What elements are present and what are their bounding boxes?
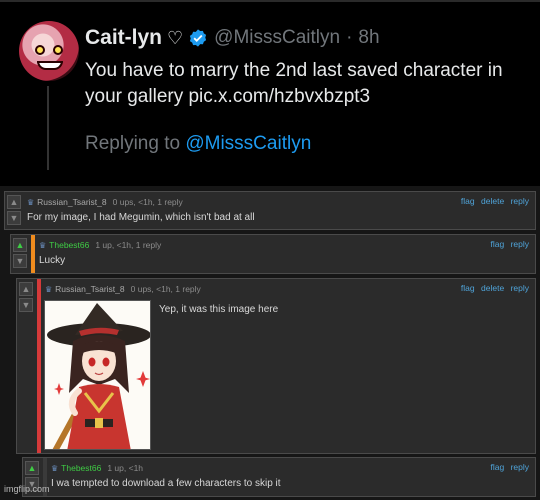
avatar-eye (35, 45, 45, 55)
heart-glyph: ♡ (167, 27, 184, 48)
comment-meta: 0 ups, <1h, 1 reply (130, 284, 201, 294)
comment-text: Yep, it was this image here (159, 304, 279, 315)
replying-to-label: Replying to (85, 133, 181, 154)
crown-icon: ♛ (27, 197, 35, 207)
flag-link[interactable]: flag (461, 283, 475, 293)
tweet-header: Cait-lyn ♡ @MisssCaitlyn · 8h (85, 24, 380, 52)
flag-link[interactable]: flag (490, 462, 504, 472)
replying-to-line: Replying to @MisssCaitlyn (85, 133, 311, 155)
comment-actions: flag delete reply (457, 196, 529, 206)
reply-link[interactable]: reply (511, 239, 529, 249)
comment-username[interactable]: Russian_Tsarist_8 (55, 284, 124, 294)
vote-buttons: ▲ ▼ (13, 238, 29, 270)
tweet-card: Cait-lyn ♡ @MisssCaitlyn · 8h You have t… (0, 0, 540, 186)
comment: ▲ ▼ ♛ Russian_Tsarist_8 0 ups, <1h, 1 re… (4, 191, 536, 230)
up-arrow-icon[interactable]: ▲ (25, 461, 39, 475)
up-arrow-icon[interactable]: ▲ (13, 238, 27, 252)
comment-header: ♛ Russian_Tsarist_8 0 ups, <1h, 1 reply (45, 283, 201, 295)
divider (0, 0, 540, 2)
reply-link[interactable]: reply (511, 462, 529, 472)
comment-meta: 1 up, <1h (107, 463, 144, 473)
watermark: imgflip.com (4, 484, 50, 494)
comment-text: I wa tempted to download a few character… (51, 478, 281, 489)
avatar[interactable] (19, 21, 79, 81)
handle[interactable]: @MisssCaitlyn (214, 27, 340, 49)
flag-link[interactable]: flag (461, 196, 475, 206)
comment-meta: 1 up, <1h, 1 reply (95, 240, 162, 250)
reply-depth-bar (31, 235, 35, 273)
crown-icon: ♛ (51, 463, 59, 473)
comment-image[interactable] (44, 300, 151, 450)
up-arrow-icon[interactable]: ▲ (7, 195, 21, 209)
avatar-grin (37, 61, 63, 70)
comment: ▲ ▼ ♛ Thebest66 1 up, <1h, 1 reply flag … (10, 234, 536, 274)
replying-to-mention[interactable]: @MisssCaitlyn (185, 133, 311, 154)
delete-link[interactable]: delete (481, 283, 504, 293)
down-arrow-icon[interactable]: ▼ (19, 298, 33, 312)
comment: ▲ ▼ ♛ Thebest66 1 up, <1h flag reply I w… (22, 457, 536, 497)
comment-text: Lucky (39, 255, 66, 266)
avatar-eye (53, 45, 63, 55)
delete-link[interactable]: delete (481, 196, 504, 206)
vote-buttons: ▲ ▼ (7, 195, 23, 227)
comment-actions: flag delete reply (457, 283, 529, 293)
reply-link[interactable]: reply (511, 196, 529, 206)
tweet-text: You have to marry the 2nd last saved cha… (85, 60, 503, 107)
reply-depth-bar (37, 279, 41, 453)
vote-buttons: ▲ ▼ (19, 282, 35, 314)
crown-icon: ♛ (39, 240, 47, 250)
comment-header: ♛ Thebest66 1 up, <1h (51, 462, 143, 474)
comment-header: ♛ Thebest66 1 up, <1h, 1 reply (39, 239, 161, 251)
display-name[interactable]: Cait-lyn (85, 26, 162, 50)
flag-link[interactable]: flag (490, 239, 504, 249)
comment-username[interactable]: Thebest66 (49, 240, 89, 250)
comment-header: ♛ Russian_Tsarist_8 0 ups, <1h, 1 reply (27, 196, 183, 208)
comment-username[interactable]: Thebest66 (61, 463, 101, 473)
comment-meta: 0 ups, <1h, 1 reply (112, 197, 183, 207)
comment-actions: flag reply (486, 462, 529, 472)
down-arrow-icon[interactable]: ▼ (7, 211, 21, 225)
verified-badge-icon (190, 29, 207, 47)
thread-line (47, 86, 49, 170)
timestamp[interactable]: 8h (358, 27, 379, 49)
reply-link[interactable]: reply (511, 283, 529, 293)
up-arrow-icon[interactable]: ▲ (19, 282, 33, 296)
down-arrow-icon[interactable]: ▼ (13, 254, 27, 268)
character-illustration (45, 301, 150, 449)
comment-username[interactable]: Russian_Tsarist_8 (37, 197, 106, 207)
comment-text: For my image, I had Megumin, which isn't… (27, 212, 255, 223)
crown-icon: ♛ (45, 284, 53, 294)
comment-actions: flag reply (486, 239, 529, 249)
separator: · (346, 27, 353, 48)
